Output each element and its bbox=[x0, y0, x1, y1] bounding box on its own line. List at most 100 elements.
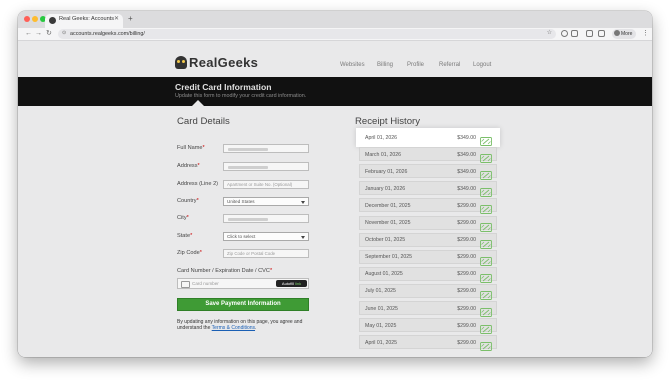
close-window-icon[interactable] bbox=[24, 16, 30, 22]
card-details-heading: Card Details bbox=[177, 116, 230, 127]
address-label-text: Address bbox=[177, 163, 198, 169]
receipt-ticket-icon[interactable] bbox=[480, 201, 492, 215]
nav-referral[interactable]: Referral bbox=[439, 62, 460, 68]
state-label-text: State bbox=[177, 233, 191, 239]
nav-billing[interactable]: Billing bbox=[377, 62, 393, 68]
receipt-ticket-icon[interactable] bbox=[480, 304, 492, 317]
receipt-date: February 01, 2026 bbox=[365, 168, 408, 175]
nav-profile[interactable]: Profile bbox=[407, 62, 424, 68]
logo-eye-right bbox=[182, 60, 185, 63]
chevron-down-icon bbox=[301, 201, 305, 204]
realgeeks-logo-icon[interactable] bbox=[175, 56, 187, 69]
bookmark-star-icon[interactable]: ☆ bbox=[547, 29, 552, 36]
receipt-row[interactable]: April 01, 2026 $349.00 bbox=[359, 130, 497, 146]
nav-websites[interactable]: Websites bbox=[340, 62, 365, 68]
account-icon[interactable] bbox=[561, 30, 568, 37]
receipt-amount: $299.00 bbox=[457, 202, 476, 209]
tab-bar: Real Geeks: Accounts ✕ + bbox=[18, 11, 652, 28]
zip-placeholder: Zip Code or Postal Code bbox=[227, 251, 276, 256]
receipt-row[interactable]: June 01, 2025 $299.00 bbox=[359, 301, 497, 317]
state-value: Click to select bbox=[227, 234, 256, 239]
card-number-placeholder: Card number bbox=[192, 281, 219, 286]
extensions-icon[interactable] bbox=[571, 30, 578, 37]
autofill-link-button[interactable]: Autofill link bbox=[276, 280, 307, 287]
browser-toolbar: ← → ↻ ⊙ accounts.realgeeks.com/billing/ … bbox=[18, 28, 652, 41]
downloads-icon[interactable] bbox=[586, 30, 593, 37]
zip-label-text: Zip Code bbox=[177, 250, 200, 256]
back-icon[interactable]: ← bbox=[25, 28, 32, 40]
reading-list-icon[interactable] bbox=[598, 30, 605, 37]
state-select[interactable]: Click to select bbox=[223, 232, 309, 241]
receipt-ticket-icon[interactable] bbox=[480, 270, 492, 283]
country-label-text: Country bbox=[177, 198, 197, 204]
address-input[interactable] bbox=[223, 162, 309, 171]
credit-card-icon bbox=[181, 281, 190, 288]
card-label: Card Number / Expiration Date / CVC* bbox=[177, 268, 272, 274]
receipt-ticket-icon[interactable] bbox=[480, 184, 492, 198]
receipt-ticket-icon[interactable] bbox=[480, 219, 492, 232]
more-label: More bbox=[621, 30, 633, 37]
site-info-icon[interactable]: ⊙ bbox=[62, 30, 66, 36]
receipt-row[interactable]: December 01, 2025 $299.00 bbox=[359, 198, 497, 215]
forward-icon[interactable]: → bbox=[35, 28, 42, 40]
tab-close-icon[interactable]: ✕ bbox=[114, 15, 119, 22]
receipt-date: November 01, 2025 bbox=[365, 220, 411, 226]
save-payment-button[interactable]: Save Payment Information bbox=[177, 298, 309, 311]
reload-icon[interactable]: ↻ bbox=[46, 28, 52, 40]
browser-tab[interactable]: Real Geeks: Accounts ✕ bbox=[45, 14, 123, 28]
address2-input[interactable]: Apartment or Suite No. (Optional) bbox=[223, 180, 309, 189]
nav-logout[interactable]: Logout bbox=[473, 62, 491, 68]
receipt-ticket-icon[interactable] bbox=[480, 167, 492, 181]
full-name-label: Full Name* bbox=[177, 145, 205, 151]
page-title: Credit Card Information bbox=[175, 82, 272, 92]
receipt-ticket-icon[interactable] bbox=[480, 253, 492, 266]
receipt-row[interactable]: January 01, 2026 $349.00 bbox=[359, 181, 497, 198]
zip-input[interactable]: Zip Code or Postal Code bbox=[223, 249, 309, 258]
more-button[interactable]: More bbox=[612, 29, 636, 39]
new-tab-icon[interactable]: + bbox=[128, 14, 133, 23]
receipt-date: April 01, 2025 bbox=[365, 339, 398, 346]
state-label: State* bbox=[177, 233, 192, 239]
country-label: Country* bbox=[177, 198, 199, 204]
receipt-row[interactable]: October 01, 2025 $299.00 bbox=[359, 232, 497, 249]
receipt-amount: $349.00 bbox=[457, 151, 476, 158]
terms-link[interactable]: Terms & Conditions bbox=[212, 325, 255, 331]
receipt-ticket-icon[interactable] bbox=[480, 338, 492, 352]
city-input[interactable] bbox=[223, 214, 309, 223]
receipt-ticket-icon[interactable] bbox=[480, 321, 492, 335]
receipt-row[interactable]: April 01, 2025 $299.00 bbox=[359, 335, 497, 352]
receipt-date: June 01, 2025 bbox=[365, 305, 398, 312]
receipt-ticket-icon[interactable] bbox=[480, 133, 492, 146]
city-label: City* bbox=[177, 215, 189, 221]
receipt-row[interactable]: July 01, 2025 $299.00 bbox=[359, 283, 497, 300]
city-label-text: City bbox=[177, 215, 187, 221]
redacted-value bbox=[228, 147, 268, 151]
receipt-history-heading: Receipt History bbox=[355, 116, 421, 127]
receipt-row[interactable]: September 01, 2025 $299.00 bbox=[359, 249, 497, 266]
receipt-ticket-icon[interactable] bbox=[480, 150, 492, 164]
card-number-input[interactable]: Card number Autofill link bbox=[177, 278, 309, 289]
receipt-ticket-icon[interactable] bbox=[480, 236, 492, 249]
receipt-row[interactable]: May 01, 2025 $299.00 bbox=[359, 318, 497, 335]
zip-label: Zip Code* bbox=[177, 250, 202, 256]
receipt-row[interactable]: March 01, 2026 $349.00 bbox=[359, 147, 497, 164]
receipt-date: September 01, 2025 bbox=[365, 254, 413, 261]
logo-text[interactable]: RealGeeks bbox=[189, 55, 258, 70]
banner-notch bbox=[192, 100, 204, 106]
receipt-row[interactable]: November 01, 2025 $299.00 bbox=[359, 215, 497, 232]
country-select[interactable]: United States bbox=[223, 197, 309, 206]
receipt-date: January 01, 2026 bbox=[365, 185, 406, 192]
redacted-value bbox=[228, 165, 268, 169]
page-subtitle: Update this form to modify your credit c… bbox=[175, 93, 307, 99]
address-bar[interactable]: ⊙ accounts.realgeeks.com/billing/ ☆ bbox=[58, 29, 556, 39]
receipt-amount: $299.00 bbox=[457, 271, 476, 278]
receipt-ticket-icon[interactable] bbox=[480, 287, 492, 300]
receipt-amount: $299.00 bbox=[457, 305, 476, 312]
full-name-input[interactable] bbox=[223, 144, 309, 153]
menu-kebab-icon[interactable]: ⋮ bbox=[642, 28, 649, 40]
receipt-row[interactable]: February 01, 2026 $349.00 bbox=[359, 164, 497, 181]
receipt-date: March 01, 2026 bbox=[365, 151, 402, 158]
minimize-window-icon[interactable] bbox=[32, 16, 38, 22]
required-mark: * bbox=[190, 233, 193, 239]
receipt-row[interactable]: August 01, 2025 $299.00 bbox=[359, 266, 497, 283]
